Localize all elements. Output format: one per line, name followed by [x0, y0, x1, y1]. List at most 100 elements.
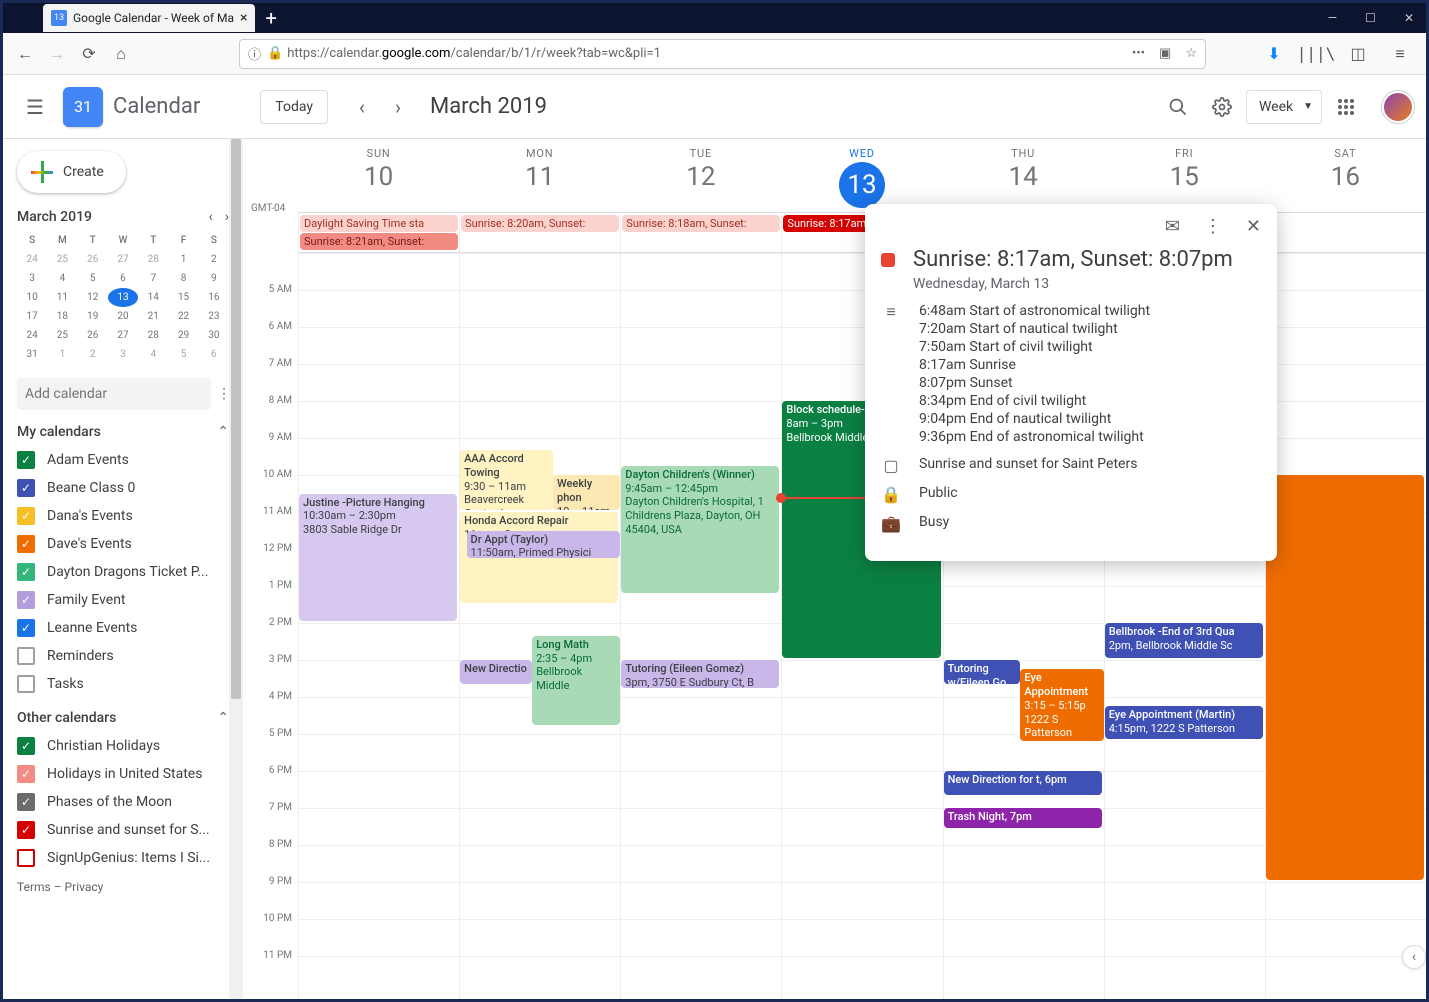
- create-button[interactable]: Create: [17, 151, 126, 193]
- window-minimize-icon[interactable]: —: [1328, 11, 1337, 25]
- page-info-icon[interactable]: ⓘ: [248, 44, 261, 63]
- browser-menu-icon[interactable]: ≡: [1386, 40, 1414, 68]
- calendar-checkbox[interactable]: [17, 849, 35, 867]
- calendar-event[interactable]: Weekly phon10 – 11am: [553, 475, 620, 510]
- mini-date[interactable]: 6: [108, 269, 138, 288]
- calendar-event[interactable]: Trash Night, 7pm: [944, 808, 1102, 828]
- calendar-event[interactable]: Tutoring w/Eileen Go3pm, 3750 E: [944, 660, 1021, 684]
- calendar-item[interactable]: SignUpGenius: Items I Si...: [17, 844, 229, 872]
- next-week-button[interactable]: ›: [380, 89, 416, 125]
- mini-date[interactable]: 18: [47, 307, 77, 326]
- allday-cell[interactable]: Sunrise: 8:18am, Sunset:: [620, 213, 781, 252]
- calendar-event[interactable]: Long Math2:35 – 4pmBellbrook Middle: [532, 636, 620, 725]
- calendar-item[interactable]: ✓Sunrise and sunset for S...: [17, 816, 229, 844]
- sidebar-scrollbar[interactable]: [229, 139, 243, 999]
- calendar-event[interactable]: Justine -Picture Hanging10:30am – 2:30pm…: [299, 494, 457, 622]
- mini-date[interactable]: 26: [78, 250, 108, 269]
- mini-date[interactable]: 11: [47, 288, 77, 307]
- allday-cell[interactable]: Sunrise: 8:20am, Sunset:: [459, 213, 620, 252]
- calendar-item[interactable]: ✓Holidays in United States: [17, 760, 229, 788]
- calendar-item[interactable]: ✓Dave's Events: [17, 530, 229, 558]
- day-header[interactable]: THU14: [943, 139, 1104, 212]
- mini-date[interactable]: 6: [199, 345, 229, 364]
- mini-date[interactable]: 1: [47, 345, 77, 364]
- calendar-checkbox[interactable]: [17, 675, 35, 693]
- mini-date[interactable]: 12: [78, 288, 108, 307]
- nav-back-icon[interactable]: ←: [11, 40, 39, 68]
- calendar-event[interactable]: AAA Accord Towing9:30 – 11amBeavercreek …: [460, 450, 553, 510]
- allday-event[interactable]: Sunrise: 8:20am, Sunset:: [461, 215, 619, 232]
- mini-date[interactable]: 31: [17, 345, 47, 364]
- mini-date[interactable]: 23: [199, 307, 229, 326]
- allday-cell[interactable]: Daylight Saving Time staSunrise: 8:21am,…: [298, 213, 459, 252]
- other-calendars-heading[interactable]: Other calendars: [17, 710, 116, 726]
- day-header[interactable]: FRI15: [1104, 139, 1265, 212]
- page-actions-icon[interactable]: •••: [1132, 46, 1145, 61]
- mini-date[interactable]: 28: [138, 326, 168, 345]
- mini-date[interactable]: 2: [78, 345, 108, 364]
- calendar-checkbox[interactable]: ✓: [17, 619, 35, 637]
- mini-date[interactable]: 14: [138, 288, 168, 307]
- calendar-checkbox[interactable]: ✓: [17, 793, 35, 811]
- downloads-icon[interactable]: ⬇: [1260, 40, 1288, 68]
- allday-event[interactable]: Sunrise: 8:21am, Sunset:: [300, 233, 458, 250]
- add-calendar-input[interactable]: [17, 378, 211, 410]
- calendar-checkbox[interactable]: ✓: [17, 479, 35, 497]
- calendar-item[interactable]: ✓Family Event: [17, 586, 229, 614]
- mini-date[interactable]: 7: [138, 269, 168, 288]
- mini-date[interactable]: 5: [168, 345, 198, 364]
- reader-icon[interactable]: ▣: [1159, 46, 1171, 61]
- calendar-item[interactable]: Reminders: [17, 642, 229, 670]
- nav-reload-icon[interactable]: ⟳: [75, 40, 103, 68]
- allday-cell[interactable]: [1265, 213, 1426, 252]
- day-column[interactable]: AAA Accord Towing9:30 – 11amBeavercreek …: [459, 253, 620, 999]
- calendar-checkbox[interactable]: ✓: [17, 765, 35, 783]
- calendar-event[interactable]: Eye Appointment3:15 – 5:15p1222 S Patter…: [1020, 669, 1103, 741]
- account-avatar[interactable]: [1382, 91, 1414, 123]
- calendar-item[interactable]: ✓Dana's Events: [17, 502, 229, 530]
- mini-date[interactable]: 29: [168, 326, 198, 345]
- mini-date[interactable]: 30: [199, 326, 229, 345]
- day-header[interactable]: MON11: [459, 139, 620, 212]
- side-panel-collapse-button[interactable]: ‹: [1402, 945, 1426, 969]
- mini-date[interactable]: 24: [17, 250, 47, 269]
- mini-date[interactable]: 19: [78, 307, 108, 326]
- tab-close-icon[interactable]: ×: [240, 10, 247, 26]
- mini-calendar[interactable]: SMTWTFS242526272812345678910111213141516…: [17, 231, 229, 364]
- options-icon[interactable]: ⋮: [1204, 216, 1222, 237]
- bookmark-star-icon[interactable]: ☆: [1185, 46, 1197, 61]
- mini-date[interactable]: 27: [108, 326, 138, 345]
- calendar-event[interactable]: New Directio: [460, 660, 532, 684]
- mini-date[interactable]: 17: [17, 307, 47, 326]
- mini-date[interactable]: 25: [47, 250, 77, 269]
- day-column[interactable]: Justine -Picture Hanging10:30am – 2:30pm…: [298, 253, 459, 999]
- day-header[interactable]: WED13: [781, 139, 942, 212]
- mini-date[interactable]: 13: [108, 288, 138, 307]
- mini-date[interactable]: 15: [168, 288, 198, 307]
- calendar-item[interactable]: Tasks: [17, 670, 229, 698]
- my-calendars-heading[interactable]: My calendars: [17, 424, 101, 440]
- calendar-checkbox[interactable]: ✓: [17, 535, 35, 553]
- mini-date[interactable]: 1: [168, 250, 198, 269]
- email-icon[interactable]: ✉: [1165, 216, 1180, 237]
- calendar-checkbox[interactable]: [17, 647, 35, 665]
- calendar-event[interactable]: Dr Appt (Taylor)11:50am, Primed Physici: [467, 531, 621, 559]
- calendar-item[interactable]: ✓Adam Events: [17, 446, 229, 474]
- prev-week-button[interactable]: ‹: [344, 89, 380, 125]
- mini-date[interactable]: 8: [168, 269, 198, 288]
- footer-links[interactable]: Terms – Privacy: [17, 880, 229, 894]
- calendar-item[interactable]: ✓Phases of the Moon: [17, 788, 229, 816]
- mini-date[interactable]: 26: [78, 326, 108, 345]
- calendar-item[interactable]: ✓Leanne Events: [17, 614, 229, 642]
- calendar-checkbox[interactable]: ✓: [17, 563, 35, 581]
- google-apps-icon[interactable]: [1326, 87, 1366, 127]
- chevron-up-icon[interactable]: ⌃: [217, 710, 229, 726]
- url-bar[interactable]: ⓘ 🔒 https://calendar.google.com/calendar…: [239, 39, 1206, 69]
- calendar-event[interactable]: Dayton Children's (Winner)9:45am – 12:45…: [621, 466, 779, 594]
- calendar-checkbox[interactable]: ✓: [17, 507, 35, 525]
- mini-date[interactable]: 27: [108, 250, 138, 269]
- browser-tab[interactable]: 13 Google Calendar - Week of Ma ×: [43, 4, 255, 32]
- calendar-event[interactable]: Eye Appointment (Martin)4:15pm, 1222 S P…: [1105, 706, 1263, 739]
- mini-date[interactable]: 5: [78, 269, 108, 288]
- mini-date[interactable]: 24: [17, 326, 47, 345]
